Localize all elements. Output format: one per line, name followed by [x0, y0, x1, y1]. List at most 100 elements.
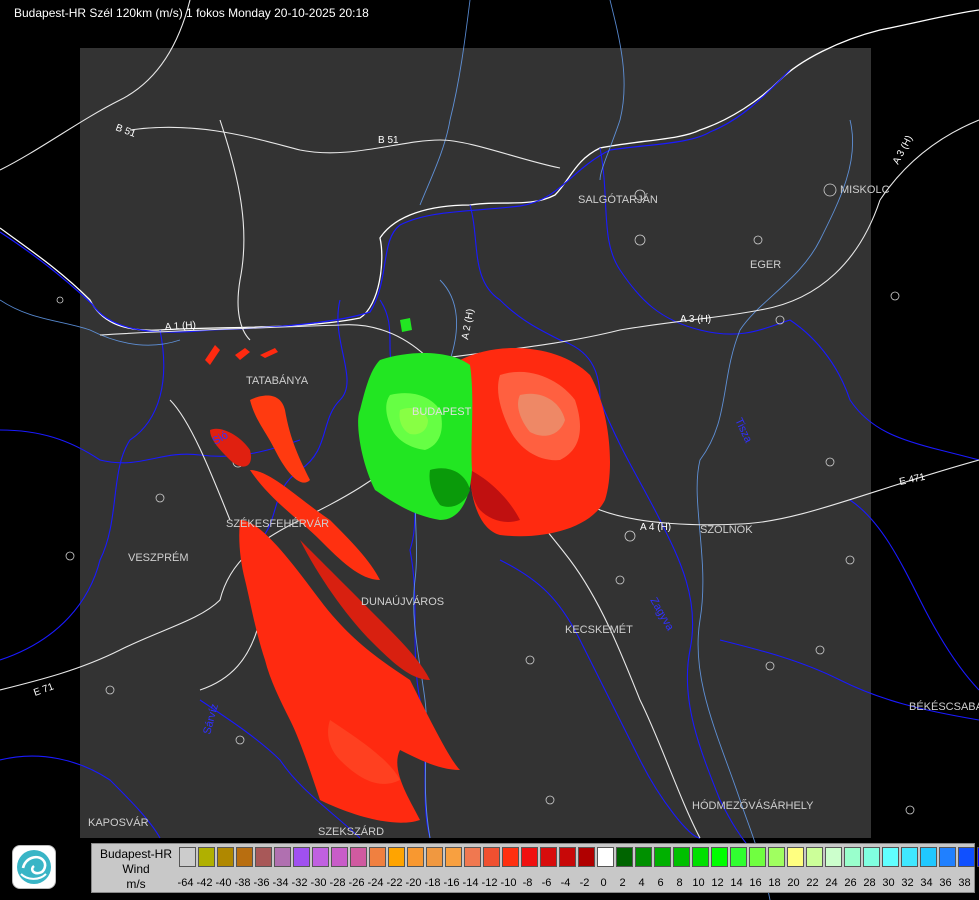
- legend-swatch: [274, 847, 291, 867]
- road-label: B 51: [378, 135, 399, 146]
- legend-tick-label: -8: [522, 877, 533, 889]
- legend-swatch: [521, 847, 538, 867]
- legend-swatch: [882, 847, 899, 867]
- legend-tick-label: -42: [196, 877, 213, 889]
- legend-swatch: [730, 847, 747, 867]
- legend-label: Budapest-HR Wind m/s: [92, 847, 180, 892]
- legend-tick-label: 8: [676, 877, 683, 889]
- legend-tick-label: 28: [863, 877, 876, 889]
- legend-swatch: [920, 847, 937, 867]
- legend-tick-label: -26: [348, 877, 365, 889]
- legend-swatch: [255, 847, 272, 867]
- legend-tick-label: 32: [901, 877, 914, 889]
- legend-tick-label: -22: [386, 877, 403, 889]
- legend-swatch: [958, 847, 975, 867]
- legend-tick-label: -64: [177, 877, 194, 889]
- legend-tick-label: 18: [768, 877, 781, 889]
- logo-icon: [12, 845, 56, 889]
- map-title: Budapest-HR Szél 120km (m/s) 1 fokos Mon…: [14, 6, 369, 20]
- legend-swatch: [673, 847, 690, 867]
- legend-swatch: [711, 847, 728, 867]
- legend-tick-label: -30: [310, 877, 327, 889]
- legend-swatch: [559, 847, 576, 867]
- legend-swatch: [426, 847, 443, 867]
- legend-tick-label: -38: [234, 877, 251, 889]
- legend-tick-label: -6: [541, 877, 552, 889]
- city-label: BÉKÉSCSABA: [909, 700, 979, 713]
- legend-swatch: [312, 847, 329, 867]
- legend-tick-label: -36: [253, 877, 270, 889]
- road-label: A 3 (H): [680, 314, 711, 325]
- legend-swatch: [692, 847, 709, 867]
- legend-tick-label: -4: [560, 877, 571, 889]
- legend-swatch: [540, 847, 557, 867]
- legend-tick-label: 12: [711, 877, 724, 889]
- legend-swatch: [293, 847, 310, 867]
- legend-tick-label: 2: [619, 877, 626, 889]
- legend-swatch: [939, 847, 956, 867]
- legend-swatch: [331, 847, 348, 867]
- color-legend: Budapest-HR Wind m/s -64 -42 -40 -38 -36 -34-…: [91, 843, 979, 893]
- legend-swatch: [806, 847, 823, 867]
- city-label: VESZPRÉM: [128, 551, 189, 564]
- legend-swatch: [901, 847, 918, 867]
- city-label: KECSKEMÉT: [565, 623, 633, 636]
- legend-swatch: [616, 847, 633, 867]
- legend-tick-label: 10: [692, 877, 705, 889]
- city-label: SZEKSZÁRD: [318, 825, 384, 838]
- legend-swatch: [217, 847, 234, 867]
- legend-swatch: [198, 847, 215, 867]
- legend-tick-label: -20: [405, 877, 422, 889]
- city-label: SZOLNOK: [700, 524, 753, 536]
- road-label: A 3 (H): [891, 134, 915, 167]
- legend-tick-label: 24: [825, 877, 838, 889]
- city-label: EGER: [750, 259, 781, 271]
- legend-tick-label: 4: [638, 877, 645, 889]
- legend-swatch: [179, 847, 196, 867]
- legend-swatch: [502, 847, 519, 867]
- legend-swatches: [179, 847, 979, 867]
- legend-swatch: [844, 847, 861, 867]
- legend-tick-label: 38: [958, 877, 971, 889]
- legend-tick-label: -32: [291, 877, 308, 889]
- legend-tick-label: -14: [462, 877, 479, 889]
- road-label: E 71: [32, 681, 56, 699]
- city-label: SZÉKESFEHÉRVÁR: [226, 517, 329, 530]
- radar-map: B 51 B 51 A 3 (H) A 3 (H) A 4 (H) A 1 (H…: [0, 0, 979, 900]
- legend-tick-label: 22: [806, 877, 819, 889]
- legend-tick-label: 34: [920, 877, 933, 889]
- legend-tick-label: 14: [730, 877, 743, 889]
- legend-unit: m/s: [126, 877, 146, 891]
- legend-tick-label: 30: [882, 877, 895, 889]
- legend-tick-label: -12: [481, 877, 498, 889]
- road-label: E 471: [898, 472, 926, 488]
- legend-tick-label: 0: [600, 877, 607, 889]
- legend-swatch: [388, 847, 405, 867]
- legend-tick-label: 6: [657, 877, 664, 889]
- legend-tick-label: -24: [367, 877, 384, 889]
- legend-tick-label: 26: [844, 877, 857, 889]
- legend-swatch: [825, 847, 842, 867]
- legend-tick-label: 20: [787, 877, 800, 889]
- legend-tick-label: -18: [424, 877, 441, 889]
- legend-tick-label: 16: [749, 877, 762, 889]
- legend-station: Budapest-HR: [99, 847, 173, 861]
- legend-swatch: [445, 847, 462, 867]
- legend-swatch: [483, 847, 500, 867]
- legend-swatch: [768, 847, 785, 867]
- legend-swatch: [863, 847, 880, 867]
- road-label: A 1 (H): [164, 320, 196, 333]
- legend-swatch: [350, 847, 367, 867]
- legend-product: Wind: [122, 862, 150, 876]
- legend-swatch: [749, 847, 766, 867]
- legend-swatch: [578, 847, 595, 867]
- city-label: MISKOLC: [840, 184, 890, 196]
- legend-tick-label: -34: [272, 877, 289, 889]
- legend-tick-label: -10: [500, 877, 517, 889]
- legend-tick-label: 40: [974, 877, 979, 889]
- city-label: BUDAPEST: [412, 406, 472, 418]
- city-label: TATABÁNYA: [246, 374, 309, 387]
- legend-swatch: [597, 847, 614, 867]
- legend-tick-label: -40: [215, 877, 232, 889]
- legend-tick-label: -2: [579, 877, 590, 889]
